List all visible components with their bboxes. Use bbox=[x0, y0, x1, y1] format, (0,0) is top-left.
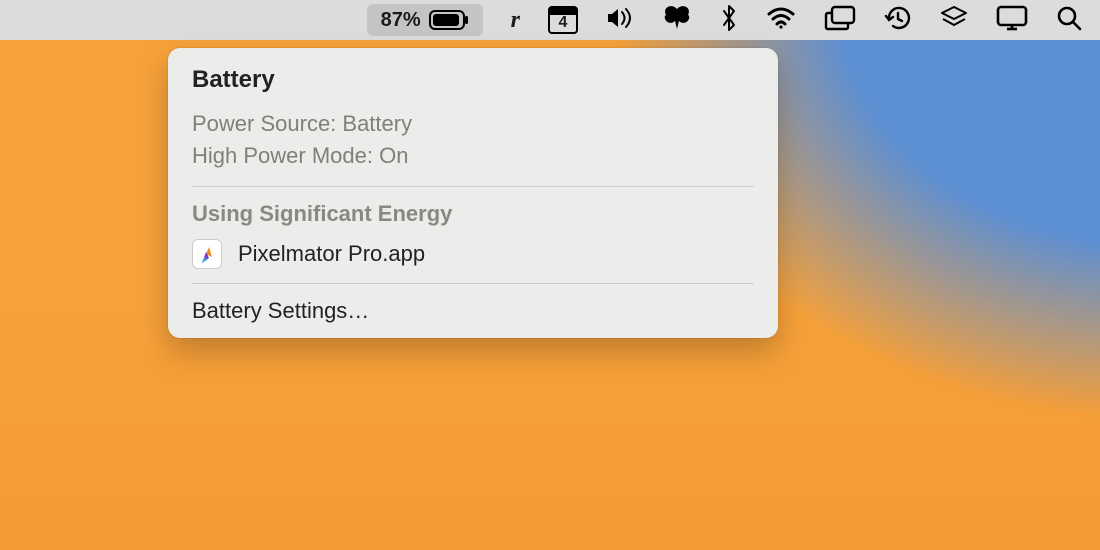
butterfly-icon bbox=[662, 5, 692, 36]
stacked-windows-icon bbox=[824, 5, 856, 36]
menubar: 87% r 4 bbox=[0, 0, 1100, 40]
r-menu-item[interactable]: r bbox=[511, 4, 520, 36]
time-machine-icon bbox=[884, 4, 912, 37]
energy-heading: Using Significant Energy bbox=[192, 201, 754, 227]
layers-icon bbox=[940, 5, 968, 36]
butterfly-menu-item[interactable] bbox=[662, 4, 692, 36]
battery-percent-label: 87% bbox=[381, 9, 421, 32]
spotlight-menu-item[interactable] bbox=[1056, 4, 1082, 36]
power-source-line: Power Source: Battery bbox=[192, 108, 754, 140]
sound-menu-item[interactable] bbox=[606, 4, 634, 36]
stack-menu-item[interactable] bbox=[940, 4, 968, 36]
display-menu-item[interactable] bbox=[996, 4, 1028, 36]
energy-app-row[interactable]: Pixelmator Pro.app bbox=[192, 239, 754, 269]
divider bbox=[192, 186, 754, 187]
energy-app-name: Pixelmator Pro.app bbox=[238, 241, 425, 267]
calendar-day-label: 4 bbox=[559, 14, 568, 32]
bluetooth-menu-item[interactable] bbox=[720, 4, 738, 36]
panel-title: Battery bbox=[192, 66, 754, 94]
battery-menu-item[interactable]: 87% bbox=[367, 4, 483, 36]
battery-settings-item[interactable]: Battery Settings… bbox=[192, 298, 754, 324]
battery-icon bbox=[429, 10, 469, 30]
divider bbox=[192, 283, 754, 284]
display-icon bbox=[996, 5, 1028, 36]
pixelmator-app-icon bbox=[192, 239, 222, 269]
wifi-menu-item[interactable] bbox=[766, 4, 796, 36]
speaker-icon bbox=[606, 6, 634, 35]
search-icon bbox=[1056, 5, 1082, 36]
time-machine-menu-item[interactable] bbox=[884, 4, 912, 36]
calendar-menu-item[interactable]: 4 bbox=[548, 6, 578, 34]
r-icon: r bbox=[511, 7, 520, 34]
mission-control-menu-item[interactable] bbox=[824, 4, 856, 36]
wifi-icon bbox=[766, 6, 796, 35]
high-power-mode-line: High Power Mode: On bbox=[192, 140, 754, 172]
battery-dropdown-panel: Battery Power Source: Battery High Power… bbox=[168, 48, 778, 338]
bluetooth-icon bbox=[720, 4, 738, 37]
